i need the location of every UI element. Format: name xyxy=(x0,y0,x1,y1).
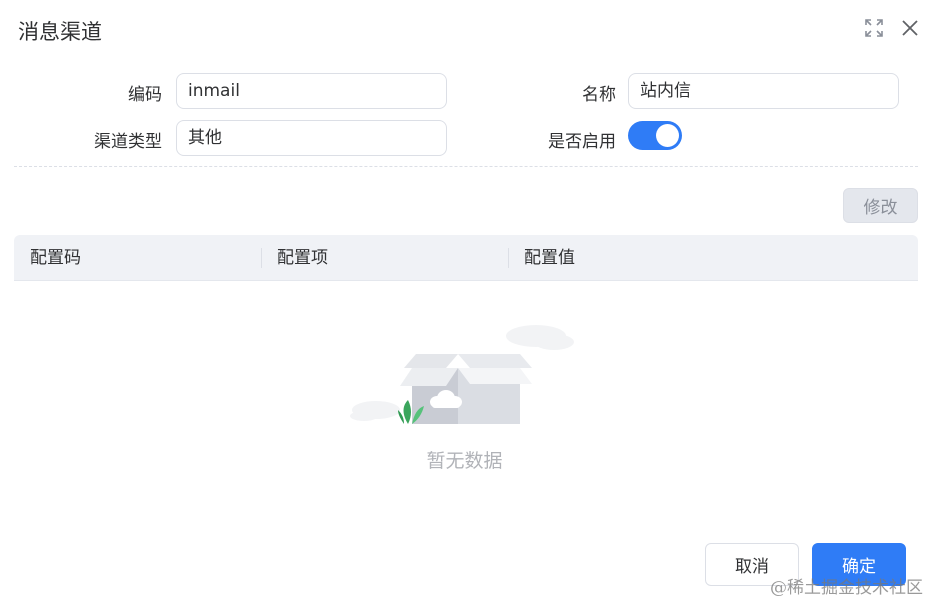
column-header-config-value: 配置值 xyxy=(524,248,575,268)
column-separator xyxy=(261,248,262,268)
message-channel-dialog: 消息渠道 编码 inmail 名称 站内信 渠道类型 其他 是否启用 修改 配置… xyxy=(0,0,929,601)
close-icon xyxy=(902,20,918,36)
code-input[interactable]: inmail xyxy=(176,73,447,109)
name-input[interactable]: 站内信 xyxy=(628,73,899,109)
name-label: 名称 xyxy=(582,85,616,105)
dialog-title: 消息渠道 xyxy=(18,20,102,44)
code-label: 编码 xyxy=(128,85,162,105)
switch-knob xyxy=(656,124,679,147)
channel-type-input[interactable]: 其他 xyxy=(176,120,447,156)
empty-text: 暂无数据 xyxy=(426,450,503,472)
table-header: 配置码 配置项 配置值 xyxy=(14,235,918,281)
column-separator xyxy=(508,248,509,268)
edit-button[interactable]: 修改 xyxy=(843,188,918,223)
empty-box-icon xyxy=(350,325,574,424)
form-divider xyxy=(14,166,918,167)
fullscreen-button[interactable] xyxy=(863,17,885,39)
fullscreen-icon xyxy=(865,19,883,37)
column-header-config-code: 配置码 xyxy=(30,248,81,268)
channel-type-label: 渠道类型 xyxy=(94,132,162,152)
enabled-label: 是否启用 xyxy=(548,132,616,152)
watermark: @稀土掘金技术社区 xyxy=(770,578,923,598)
column-header-config-item: 配置项 xyxy=(277,248,328,268)
enabled-switch[interactable] xyxy=(628,121,682,150)
close-button[interactable] xyxy=(899,17,921,39)
